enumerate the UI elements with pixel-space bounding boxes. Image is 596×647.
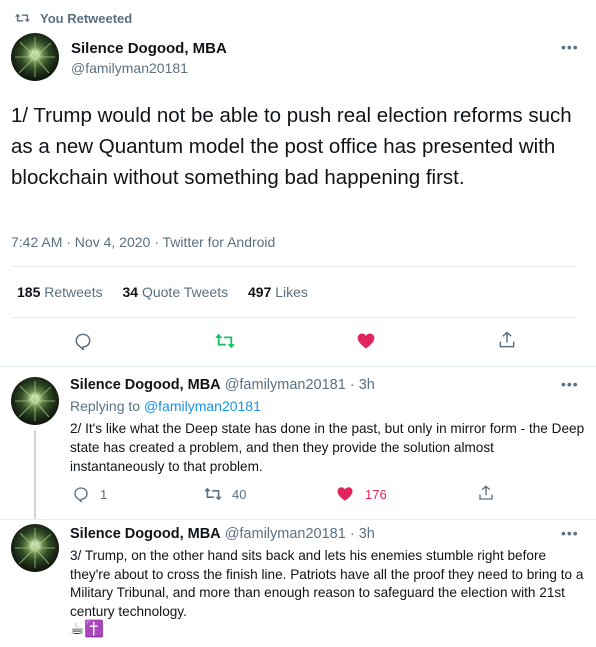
reply-text: 2/ It's like what the Deep state has don…: [70, 421, 585, 474]
likes-label: Likes: [275, 284, 308, 300]
tweet-text: 1/ Trump would not be able to push real …: [11, 104, 572, 189]
more-icon[interactable]: •••: [561, 39, 579, 55]
like-count: 176: [365, 487, 387, 502]
reply-time[interactable]: 3h: [359, 377, 375, 393]
reply-header: Silence Dogood, MBA @familyman20181 · 3h: [70, 377, 375, 393]
tweet-meta[interactable]: 7:42 AM · Nov 4, 2020 · Twitter for Andr…: [11, 234, 275, 250]
retweet-icon[interactable]: [203, 486, 223, 502]
author-handle[interactable]: @familyman20181: [71, 60, 188, 76]
reply-count: 1: [100, 487, 108, 502]
reply-author-name[interactable]: Silence Dogood, MBA: [70, 377, 221, 393]
author-name[interactable]: Silence Dogood, MBA: [71, 40, 227, 57]
replying-to-label: Replying to: [70, 398, 141, 414]
reply-text: 3/ Trump, on the other hand sits back an…: [70, 548, 584, 619]
reply-author-handle[interactable]: @familyman20181: [225, 377, 346, 393]
retweets-stat[interactable]: 185 Retweets: [17, 284, 107, 300]
retweets-label: Retweets: [44, 284, 103, 300]
retweets-count: 185: [17, 284, 41, 300]
more-icon[interactable]: •••: [561, 525, 579, 541]
replying-to-handle[interactable]: @familyman20181: [144, 398, 261, 414]
tweet-stats: 185 Retweets 34 Quote Tweets 497 Likes: [17, 284, 308, 300]
reply-header: Silence Dogood, MBA @familyman20181 · 3h: [70, 526, 375, 542]
share-icon[interactable]: [477, 484, 495, 502]
like-icon[interactable]: [356, 331, 376, 351]
like-icon[interactable]: [336, 485, 354, 503]
quotes-stat[interactable]: 34 Quote Tweets: [123, 284, 233, 300]
reply-icon[interactable]: [72, 485, 90, 503]
more-icon[interactable]: •••: [561, 376, 579, 392]
emoji-row: ☕✝️: [70, 621, 105, 638]
likes-count: 497: [248, 284, 272, 300]
avatar[interactable]: [11, 33, 59, 81]
retweet-count: 40: [232, 487, 247, 502]
share-icon[interactable]: [497, 330, 517, 350]
reply-avatar[interactable]: [11, 524, 59, 572]
reply-time[interactable]: 3h: [359, 526, 375, 542]
retweet-header-label: You Retweeted: [40, 11, 133, 26]
reply-avatar[interactable]: [11, 377, 59, 425]
reply-icon[interactable]: [73, 331, 93, 351]
reply-dot: ·: [349, 377, 355, 393]
reply-dot: ·: [349, 526, 355, 542]
thread-line: [34, 430, 36, 520]
reply-author-name[interactable]: Silence Dogood, MBA: [70, 526, 221, 542]
replying-to: Replying to @familyman20181: [70, 398, 261, 414]
retweet-icon[interactable]: [214, 332, 236, 350]
retweeted-icon: [14, 11, 31, 25]
likes-stat[interactable]: 497 Likes: [248, 284, 308, 300]
quotes-label: Quote Tweets: [141, 284, 229, 300]
quotes-count: 34: [122, 284, 139, 300]
reply-author-handle[interactable]: @familyman20181: [225, 526, 346, 542]
